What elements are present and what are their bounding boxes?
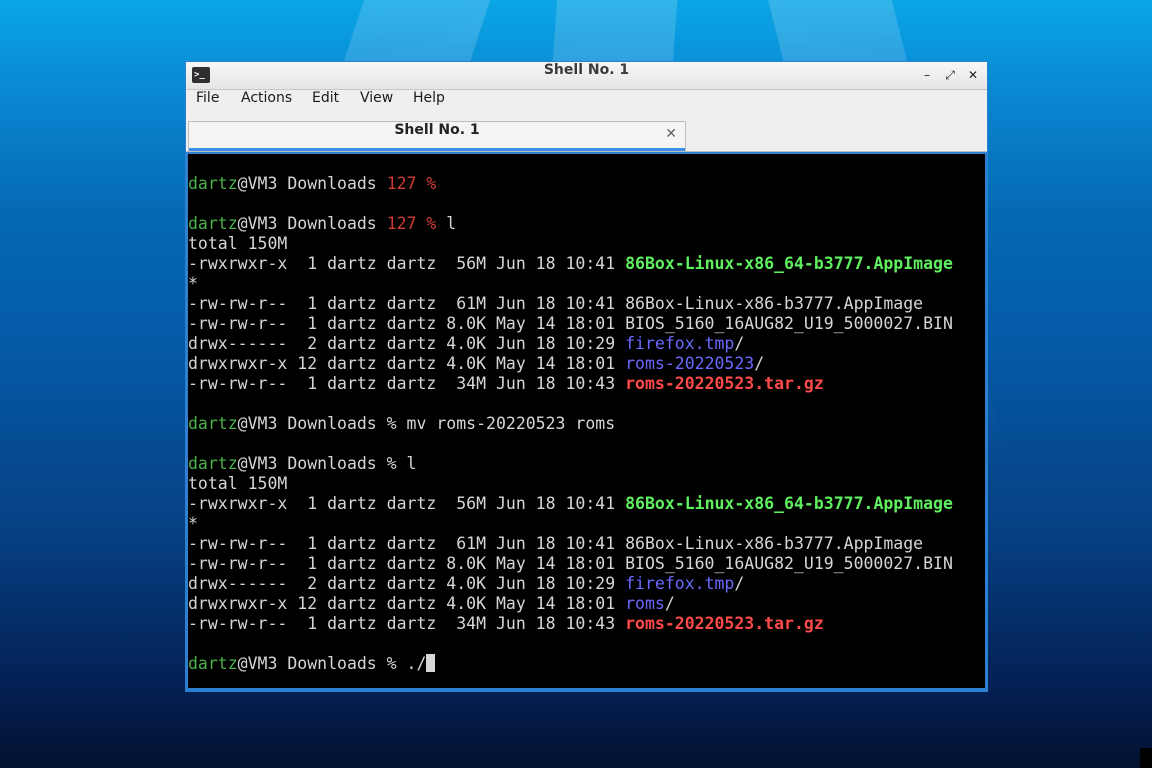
tab-label: Shell No. 1 xyxy=(394,122,480,138)
terminal-text: / xyxy=(664,594,675,613)
terminal-text: firefox.tmp xyxy=(625,574,735,593)
terminal-text: 86Box-Linux-x86_64-b3777.AppImage xyxy=(625,494,953,513)
terminal-text: -rw-rw-r-- 1 dartz dartz 34M Jun 18 10:4… xyxy=(188,614,626,633)
terminal-window: >_ Shell No. 1 – ⤢ ✕ File Actions Edit V… xyxy=(185,61,988,692)
menu-file[interactable]: File xyxy=(196,90,219,119)
terminal-text: l xyxy=(436,214,457,233)
terminal-line: dartz@VM3 Downloads % ./ xyxy=(188,654,436,674)
terminal-line: -rw-rw-r-- 1 dartz dartz 8.0K May 14 18:… xyxy=(188,314,953,334)
terminal-text: -rwxrwxr-x 1 dartz dartz 56M Jun 18 10:4… xyxy=(188,254,626,273)
terminal-text: dartz xyxy=(188,654,238,673)
menu-view[interactable]: View xyxy=(360,90,393,119)
terminal-line: drwx------ 2 dartz dartz 4.0K Jun 18 10:… xyxy=(188,334,744,354)
tab-close-icon[interactable]: ✕ xyxy=(665,122,677,147)
terminal-line: -rwxrwxr-x 1 dartz dartz 56M Jun 18 10:4… xyxy=(188,254,953,274)
terminal-text: -rw-rw-r-- 1 dartz dartz 8.0K May 14 18:… xyxy=(188,554,953,573)
terminal-text: * xyxy=(188,274,198,293)
terminal-text: drwx------ 2 dartz dartz 4.0K Jun 18 10:… xyxy=(188,574,626,593)
terminal-text: -rwxrwxr-x 1 dartz dartz 56M Jun 18 10:4… xyxy=(188,494,626,513)
terminal-text: -rw-rw-r-- 1 dartz dartz 34M Jun 18 10:4… xyxy=(188,374,626,393)
terminal-output[interactable]: dartz@VM3 Downloads 127 % dartz@VM3 Downl… xyxy=(188,154,985,688)
terminal-text: 127 % xyxy=(386,174,437,193)
terminal-text: @VM3 Downloads % ./ xyxy=(237,654,427,673)
desktop-background: >_ Shell No. 1 – ⤢ ✕ File Actions Edit V… xyxy=(0,0,1152,768)
terminal-line: drwxrwxr-x 12 dartz dartz 4.0K May 14 18… xyxy=(188,354,764,374)
terminal-text: @VM3 Downloads % mv roms-20220523 roms xyxy=(237,414,616,433)
corner-artifact xyxy=(1140,748,1152,768)
menu-actions[interactable]: Actions xyxy=(241,90,292,119)
terminal-text: total 150M xyxy=(188,234,288,253)
terminal-line: dartz@VM3 Downloads % mv roms-20220523 r… xyxy=(188,414,615,434)
terminal-text: @VM3 Downloads xyxy=(237,214,387,233)
terminal-text: / xyxy=(734,574,745,593)
terminal-text: roms-20220523 xyxy=(625,354,755,373)
menu-help[interactable]: Help xyxy=(413,90,445,119)
terminal-line: -rw-rw-r-- 1 dartz dartz 34M Jun 18 10:4… xyxy=(188,374,824,394)
maximize-button[interactable]: ⤢ xyxy=(940,65,960,85)
terminal-text: drwxrwxr-x 12 dartz dartz 4.0K May 14 18… xyxy=(188,354,626,373)
window-title: Shell No. 1 xyxy=(543,62,630,78)
terminal-line: dartz@VM3 Downloads % l xyxy=(188,454,416,474)
terminal-text: -rw-rw-r-- 1 dartz dartz 8.0K May 14 18:… xyxy=(188,314,953,333)
terminal-line: dartz@VM3 Downloads 127 % l xyxy=(188,214,456,234)
terminal-text: -rw-rw-r-- 1 dartz dartz 61M Jun 18 10:4… xyxy=(188,294,924,313)
active-tab-indicator xyxy=(189,148,685,151)
terminal-text: roms-20220523.tar.gz xyxy=(625,374,824,393)
menu-edit[interactable]: Edit xyxy=(312,90,339,119)
terminal-line: -rw-rw-r-- 1 dartz dartz 34M Jun 18 10:4… xyxy=(188,614,824,634)
terminal-text: 86Box-Linux-x86_64-b3777.AppImage xyxy=(625,254,953,273)
terminal-line: -rwxrwxr-x 1 dartz dartz 56M Jun 18 10:4… xyxy=(188,494,953,514)
terminal-text: dartz xyxy=(188,454,238,473)
terminal-line: total 150M xyxy=(188,474,287,494)
minimize-button[interactable]: – xyxy=(917,65,937,85)
terminal-line: -rw-rw-r-- 1 dartz dartz 61M Jun 18 10:4… xyxy=(188,534,923,554)
terminal-text: @VM3 Downloads % l xyxy=(237,454,417,473)
terminal-text: roms-20220523.tar.gz xyxy=(625,614,824,633)
terminal-text: -rw-rw-r-- 1 dartz dartz 61M Jun 18 10:4… xyxy=(188,534,924,553)
terminal-line: dartz@VM3 Downloads 127 % xyxy=(188,174,436,194)
terminal-line: drwxrwxr-x 12 dartz dartz 4.0K May 14 18… xyxy=(188,594,675,614)
tab-shell-1[interactable]: Shell No. 1 ✕ xyxy=(188,121,686,151)
text-cursor xyxy=(426,654,436,672)
terminal-line: total 150M xyxy=(188,234,287,254)
terminal-text: drwx------ 2 dartz dartz 4.0K Jun 18 10:… xyxy=(188,334,626,353)
terminal-text: dartz xyxy=(188,414,238,433)
terminal-line: drwx------ 2 dartz dartz 4.0K Jun 18 10:… xyxy=(188,574,744,594)
close-button[interactable]: ✕ xyxy=(963,65,983,85)
terminal-line: -rw-rw-r-- 1 dartz dartz 61M Jun 18 10:4… xyxy=(188,294,923,314)
terminal-text: roms xyxy=(625,594,665,613)
title-bar[interactable]: >_ Shell No. 1 – ⤢ ✕ xyxy=(186,62,987,90)
terminal-text: / xyxy=(754,354,765,373)
terminal-line: * xyxy=(188,514,198,534)
terminal-text: drwxrwxr-x 12 dartz dartz 4.0K May 14 18… xyxy=(188,594,626,613)
terminal-text: @VM3 Downloads xyxy=(237,174,387,193)
terminal-text: total 150M xyxy=(188,474,288,493)
menu-bar: File Actions Edit View Help xyxy=(186,90,987,119)
terminal-text: dartz xyxy=(188,214,238,233)
terminal-line: -rw-rw-r-- 1 dartz dartz 8.0K May 14 18:… xyxy=(188,554,953,574)
terminal-text: dartz xyxy=(188,174,238,193)
terminal-text: * xyxy=(188,514,198,533)
terminal-text: 127 % xyxy=(386,214,437,233)
tab-bar: Shell No. 1 ✕ xyxy=(186,119,987,152)
terminal-text: firefox.tmp xyxy=(625,334,735,353)
terminal-text: / xyxy=(734,334,745,353)
terminal-line: * xyxy=(188,274,198,294)
